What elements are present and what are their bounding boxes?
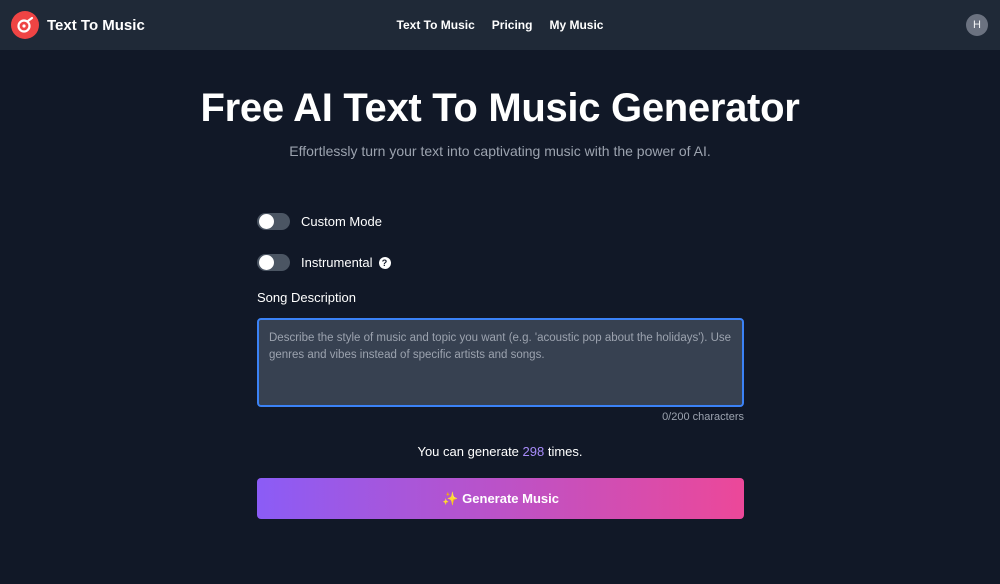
- user-avatar[interactable]: H: [966, 14, 988, 36]
- page-subtitle: Effortlessly turn your text into captiva…: [289, 143, 711, 159]
- main-nav: Text To Music Pricing My Music: [0, 0, 1000, 50]
- sparkles-icon: ✨: [441, 490, 459, 506]
- generate-button-label: Generate Music: [462, 491, 559, 506]
- song-description-label: Song Description: [257, 290, 356, 305]
- generate-music-button[interactable]: ✨ Generate Music: [257, 478, 744, 519]
- toggle-knob: [259, 255, 274, 270]
- char-counter: 0/200 characters: [662, 411, 744, 423]
- instrumental-row: Instrumental ?: [257, 254, 391, 271]
- music-logo-icon: [11, 11, 39, 39]
- generation-quota: You can generate 298 times.: [0, 444, 1000, 459]
- toggle-knob: [259, 214, 274, 229]
- nav-my-music[interactable]: My Music: [549, 18, 603, 32]
- quota-count: 298: [522, 444, 545, 459]
- top-navbar: Text To Music Text To Music Pricing My M…: [0, 0, 1000, 50]
- instrumental-label: Instrumental: [301, 255, 373, 270]
- custom-mode-toggle[interactable]: [257, 213, 290, 230]
- quota-prefix: You can generate: [417, 444, 523, 459]
- instrumental-toggle[interactable]: [257, 254, 290, 271]
- quota-suffix: times.: [544, 444, 583, 459]
- page-title: Free AI Text To Music Generator: [200, 86, 800, 130]
- help-icon[interactable]: ?: [378, 256, 391, 269]
- custom-mode-row: Custom Mode: [257, 213, 382, 230]
- brand-name: Text To Music: [47, 16, 145, 34]
- nav-pricing[interactable]: Pricing: [492, 18, 533, 32]
- nav-text-to-music[interactable]: Text To Music: [397, 18, 475, 32]
- brand-link[interactable]: Text To Music: [11, 11, 145, 39]
- custom-mode-label: Custom Mode: [301, 214, 382, 229]
- song-description-input[interactable]: [257, 318, 744, 407]
